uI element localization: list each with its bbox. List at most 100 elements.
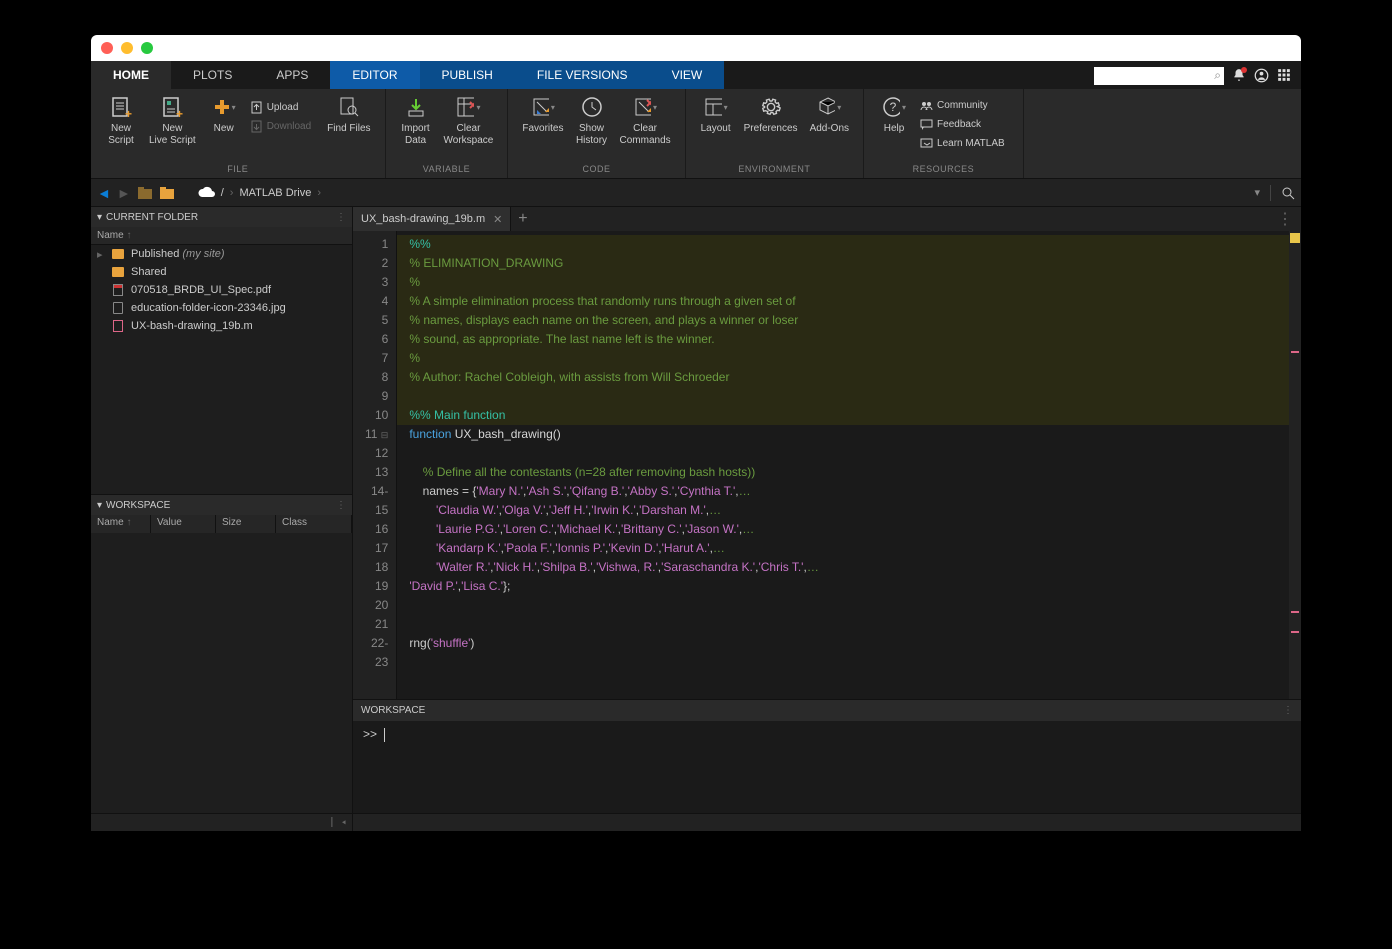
search-icon: ⌕ (1214, 68, 1221, 83)
matlab-file-icon (111, 319, 125, 333)
tab-plots[interactable]: PLOTS (171, 61, 254, 89)
scroll-marker-bar (1289, 231, 1301, 699)
collapse-left-icon[interactable]: ⎸◂ (331, 817, 346, 828)
new-tab-button[interactable]: + (510, 207, 534, 231)
help-icon: ?▾ (882, 95, 906, 119)
current-folder-header: ▾ CURRENT FOLDER ⋮ (91, 207, 352, 227)
folder-up-icon[interactable] (137, 186, 153, 200)
clear-workspace-button[interactable]: ▾ Clear Workspace (438, 95, 500, 147)
upload-button[interactable]: Upload (246, 99, 315, 116)
ws-col-size[interactable]: Size (216, 515, 276, 533)
command-window-header: WORKSPACE ⋮ (353, 699, 1301, 721)
code-analyzer-status[interactable] (1290, 233, 1300, 243)
addons-button[interactable]: ▾ Add-Ons (804, 95, 855, 135)
workspace-header: ▾ WORKSPACE ⋮ (91, 495, 352, 515)
new-script-label: New Script (108, 123, 134, 147)
file-tree-item[interactable]: ▸ Published (my site) (91, 245, 352, 263)
main-tab-bar: HOME PLOTS APPS EDITOR PUBLISH FILE VERS… (91, 61, 1301, 89)
apps-grid-icon[interactable] (1277, 68, 1291, 82)
close-window-button[interactable] (101, 42, 113, 54)
collapse-icon[interactable]: ▾ (97, 500, 102, 511)
upload-icon (250, 101, 263, 114)
toolstrip: + New Script + New Live Script ▾ New Upl… (91, 89, 1301, 179)
folder-icon[interactable] (159, 186, 175, 200)
code-editor[interactable]: 1234567891011 ⊟121314-1516171819202122-2… (353, 231, 1301, 699)
file-name: Published (my site) (131, 248, 225, 260)
code-marker[interactable] (1291, 611, 1299, 613)
notifications-icon[interactable] (1232, 68, 1246, 82)
close-tab-icon[interactable]: ✕ (493, 213, 502, 226)
path-search-icon[interactable] (1281, 186, 1295, 200)
code-area[interactable]: %%% ELIMINATION_DRAWING%% A simple elimi… (397, 231, 1301, 699)
user-icon[interactable] (1254, 68, 1269, 83)
import-data-button[interactable]: Import Data (394, 95, 438, 147)
file-tree-item[interactable]: 070518_BRDB_UI_Spec.pdf (91, 281, 352, 299)
file-name-column-header[interactable]: Name ↑ (91, 227, 352, 245)
ws-col-name[interactable]: Name ↑ (91, 515, 151, 533)
layout-button[interactable]: ▾ Layout (694, 95, 738, 135)
minimize-window-button[interactable] (121, 42, 133, 54)
tab-file-versions[interactable]: FILE VERSIONS (515, 61, 650, 89)
layout-label: Layout (701, 123, 731, 135)
file-icon (111, 301, 125, 315)
feedback-link[interactable]: Feedback (916, 116, 1009, 133)
tab-apps[interactable]: APPS (254, 61, 330, 89)
status-bar: ⎸◂ (91, 813, 1301, 831)
find-files-button[interactable]: Find Files (321, 95, 376, 135)
panel-menu-icon[interactable]: ⋮ (336, 212, 346, 223)
file-name: UX-bash-drawing_19b.m (131, 320, 253, 332)
nav-back-button[interactable]: ◄ (97, 185, 111, 201)
new-button[interactable]: ▾ New (202, 95, 246, 135)
clear-commands-button[interactable]: ▾ Clear Commands (614, 95, 677, 147)
file-tree-item[interactable]: UX-bash-drawing_19b.m (91, 317, 352, 335)
group-variable-label: VARIABLE (386, 162, 508, 178)
code-marker[interactable] (1291, 631, 1299, 633)
new-plus-icon: ▾ (212, 95, 236, 119)
chevron-right-icon: › (230, 187, 234, 199)
new-script-button[interactable]: + New Script (99, 95, 143, 147)
tab-publish[interactable]: PUBLISH (420, 61, 515, 89)
panel-menu-icon[interactable]: ⋮ (1283, 705, 1293, 716)
favorites-button[interactable]: ▾ Favorites (516, 95, 569, 135)
tab-menu-icon[interactable]: ⋮ (1269, 207, 1301, 231)
tab-home[interactable]: HOME (91, 61, 171, 89)
search-input[interactable] (1094, 67, 1224, 85)
cloud-icon[interactable] (197, 186, 215, 200)
editor-tab[interactable]: UX_bash-drawing_19b.m ✕ (353, 207, 510, 231)
file-tree-item[interactable]: education-folder-icon-23346.jpg (91, 299, 352, 317)
tab-editor[interactable]: EDITOR (330, 61, 419, 89)
find-files-icon (337, 95, 361, 119)
path-bar: ◄ ► / › MATLAB Drive › ▾ (91, 179, 1301, 207)
folder-icon (111, 247, 125, 261)
expand-icon[interactable]: ▸ (97, 248, 105, 261)
nav-forward-button[interactable]: ► (117, 185, 131, 201)
learn-matlab-link[interactable]: Learn MATLAB (916, 135, 1009, 152)
panel-menu-icon[interactable]: ⋮ (336, 500, 346, 511)
code-marker[interactable] (1291, 351, 1299, 353)
ws-col-value[interactable]: Value (151, 515, 216, 533)
history-icon (580, 95, 604, 119)
path-drive[interactable]: MATLAB Drive (239, 187, 311, 199)
show-history-button[interactable]: Show History (570, 95, 614, 147)
learn-label: Learn MATLAB (937, 138, 1005, 149)
download-button[interactable]: Download (246, 118, 315, 135)
preferences-button[interactable]: Preferences (738, 95, 804, 135)
file-tree-item[interactable]: Shared (91, 263, 352, 281)
group-resources-label: RESOURCES (864, 162, 1023, 178)
maximize-window-button[interactable] (141, 42, 153, 54)
ws-col-class[interactable]: Class (276, 515, 352, 533)
community-link[interactable]: Community (916, 97, 1009, 114)
tab-view[interactable]: VIEW (650, 61, 725, 89)
titlebar (91, 35, 1301, 61)
feedback-label: Feedback (937, 119, 981, 130)
collapse-icon[interactable]: ▾ (97, 212, 102, 223)
command-window[interactable]: >> (353, 721, 1301, 813)
new-live-script-label: New Live Script (149, 123, 196, 147)
line-gutter: 1234567891011 ⊟121314-1516171819202122-2… (353, 231, 397, 699)
path-dropdown-icon[interactable]: ▾ (1254, 186, 1260, 199)
command-prompt: >> (363, 727, 377, 741)
file-name: 070518_BRDB_UI_Spec.pdf (131, 284, 271, 296)
path-root[interactable]: / (221, 187, 224, 199)
help-button[interactable]: ?▾ Help (872, 95, 916, 135)
new-live-script-button[interactable]: + New Live Script (143, 95, 202, 147)
